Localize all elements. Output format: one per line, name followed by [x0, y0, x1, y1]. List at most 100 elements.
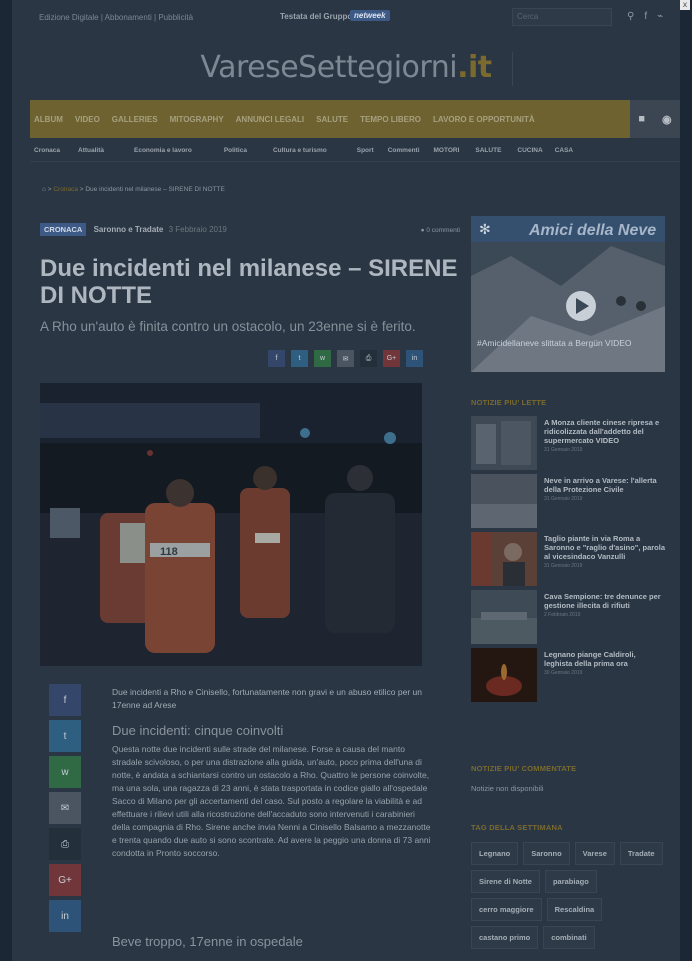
home-icon[interactable]: ⌂: [42, 186, 46, 193]
nav-item[interactable]: GALLERIES: [112, 115, 158, 124]
news-title: Cava Sempione: tre denunce per gestione …: [544, 592, 666, 620]
tag[interactable]: parabiago: [544, 870, 597, 893]
subnav-item[interactable]: MOTORI: [434, 147, 460, 154]
subnav-item[interactable]: Economia e lavoro: [134, 147, 192, 154]
comments-label: 0 commenti: [426, 227, 460, 234]
subnav-item[interactable]: Politica: [224, 147, 247, 154]
news-item[interactable]: Legnano piange Caldiroli, leghista della…: [471, 648, 671, 706]
nav-item[interactable]: ALBUM: [34, 115, 63, 124]
rss-icon[interactable]: ⌁: [657, 11, 663, 22]
breadcrumb-section[interactable]: Cronaca: [53, 186, 78, 193]
facebook-icon[interactable]: f: [644, 11, 647, 22]
news-thumb: [471, 416, 537, 470]
tags-heading: TAG DELLA SETTIMANA: [471, 823, 563, 832]
ad-title: Amici della Neve: [529, 222, 657, 239]
nav-item[interactable]: LAVORO E OPPORTUNITÀ: [433, 115, 535, 124]
news-thumb: [471, 648, 537, 702]
top-icons: ⚲ f ⌁: [627, 11, 663, 22]
logo-suffix: .it: [457, 50, 492, 85]
article-date: 3 Febbraio 2019: [168, 225, 227, 234]
googleplus-share-icon[interactable]: G+: [383, 350, 400, 367]
news-title: Neve in arrivo a Varese: l'allerta della…: [544, 476, 666, 504]
subnav-item[interactable]: Sport: [357, 147, 374, 154]
comments-count[interactable]: ● 0 commenti: [421, 227, 460, 234]
tag[interactable]: castano primo: [471, 926, 539, 949]
hero-118-label: 118: [160, 546, 178, 558]
tag[interactable]: Sirene di Notte: [471, 870, 540, 893]
subnav-item[interactable]: Commenti: [388, 147, 420, 154]
linkedin-share-icon[interactable]: in: [49, 900, 81, 932]
article-meta: CRONACA Saronno e Tradate 3 Febbraio 201…: [40, 223, 460, 239]
nav-item[interactable]: SALUTE: [316, 115, 348, 124]
twitter-share-icon[interactable]: t: [291, 350, 308, 367]
news-date: 2 Febbraio 2019: [544, 612, 581, 618]
nav-item[interactable]: MITOGRAPHY: [170, 115, 224, 124]
whatsapp-share-icon[interactable]: w: [314, 350, 331, 367]
share-bar-side: f t w ✉ ⎙ G+ in: [49, 684, 81, 936]
news-thumb: [471, 590, 537, 644]
sub-nav: Cronaca Attualità Economia e lavoro Poli…: [30, 140, 680, 162]
tag[interactable]: combinati: [543, 926, 595, 949]
subnav-item[interactable]: Cronaca: [34, 147, 60, 154]
netweek-logo[interactable]: netweek: [350, 10, 390, 21]
category-badge[interactable]: CRONACA: [40, 223, 87, 236]
video-camera-icon[interactable]: ■: [638, 113, 645, 125]
whatsapp-share-icon[interactable]: w: [49, 756, 81, 788]
news-item[interactable]: Cava Sempione: tre denunce per gestione …: [471, 590, 671, 648]
tag[interactable]: Varese: [574, 842, 615, 865]
media-tools: ■ ◉: [630, 100, 680, 138]
twitter-share-icon[interactable]: t: [49, 720, 81, 752]
news-thumb-image: [471, 416, 537, 470]
news-item[interactable]: A Monza cliente cinese ripresa e ridicol…: [471, 416, 671, 474]
news-thumb-image: [471, 532, 537, 586]
subnav-item[interactable]: CASA: [555, 147, 573, 154]
news-title: Taglio piante in via Roma a Saronno e "r…: [544, 534, 666, 571]
email-share-icon[interactable]: ✉: [49, 792, 81, 824]
tag[interactable]: Legnano: [471, 842, 519, 865]
photo-camera-icon[interactable]: ◉: [662, 113, 672, 126]
search-icon[interactable]: ⚲: [627, 11, 634, 22]
edition-links[interactable]: Edizione Digitale | Abbonamenti | Pubbli…: [39, 13, 193, 22]
subnav-item[interactable]: CUCINA: [517, 147, 542, 154]
news-thumb: [471, 532, 537, 586]
facebook-share-icon[interactable]: f: [268, 350, 285, 367]
most-commented-empty: Notizie non disponibili: [471, 784, 544, 793]
tag[interactable]: Saronno: [523, 842, 570, 865]
subnav-item[interactable]: Attualità: [78, 147, 104, 154]
article-place[interactable]: Saronno e Tradate: [94, 225, 164, 234]
news-title-text: Cava Sempione: tre denunce per gestione …: [544, 592, 661, 610]
tag[interactable]: Tradate: [619, 842, 663, 865]
hero-photo: 118: [40, 383, 422, 666]
article-subtitle: A Rho un'auto è finita contro un ostacol…: [40, 319, 416, 334]
article-heading: Due incidenti: cinque coinvolti: [112, 723, 284, 738]
article-paragraph: Questa notte due incidenti sulle strade …: [112, 744, 431, 858]
snowflake-icon: ✻: [479, 222, 491, 238]
news-date: 30 Gennaio 2019: [544, 670, 583, 676]
print-share-icon[interactable]: ⎙: [49, 828, 81, 860]
share-bar-top: f t w ✉ ⎙ G+ in: [268, 350, 423, 367]
news-item[interactable]: Neve in arrivo a Varese: l'allerta della…: [471, 474, 671, 532]
linkedin-share-icon[interactable]: in: [406, 350, 423, 367]
print-share-icon[interactable]: ⎙: [360, 350, 377, 367]
news-thumb: [471, 474, 537, 528]
email-share-icon[interactable]: ✉: [337, 350, 354, 367]
subnav-item[interactable]: SALUTE: [475, 147, 501, 154]
news-item[interactable]: Taglio piante in via Roma a Saronno e "r…: [471, 532, 671, 590]
ad-banner[interactable]: ✻ Amici della Neve #Amicidellaneve slitt…: [471, 216, 665, 372]
site-logo[interactable]: VareseSettegiorni.it: [12, 50, 680, 85]
tag[interactable]: Rescaldina: [546, 898, 603, 921]
search-input[interactable]: Cerca: [512, 8, 612, 26]
facebook-share-icon[interactable]: f: [49, 684, 81, 716]
close-icon[interactable]: x: [680, 0, 690, 10]
tag-cloud: Legnano Saronno Varese Tradate Sirene di…: [471, 842, 671, 949]
subnav-item[interactable]: Cultura e turismo: [273, 147, 327, 154]
logo-main: VareseSettegiorni: [200, 50, 458, 85]
main-nav: ALBUM VIDEO GALLERIES MITOGRAPHY ANNUNCI…: [30, 100, 680, 138]
nav-item[interactable]: TEMPO LIBERO: [360, 115, 421, 124]
tag[interactable]: cerro maggiore: [471, 898, 542, 921]
news-thumb-image: [471, 648, 537, 702]
nav-item[interactable]: VIDEO: [75, 115, 100, 124]
nav-item[interactable]: ANNUNCI LEGALI: [236, 115, 304, 124]
googleplus-share-icon[interactable]: G+: [49, 864, 81, 896]
most-read-list: A Monza cliente cinese ripresa e ridicol…: [471, 416, 671, 706]
